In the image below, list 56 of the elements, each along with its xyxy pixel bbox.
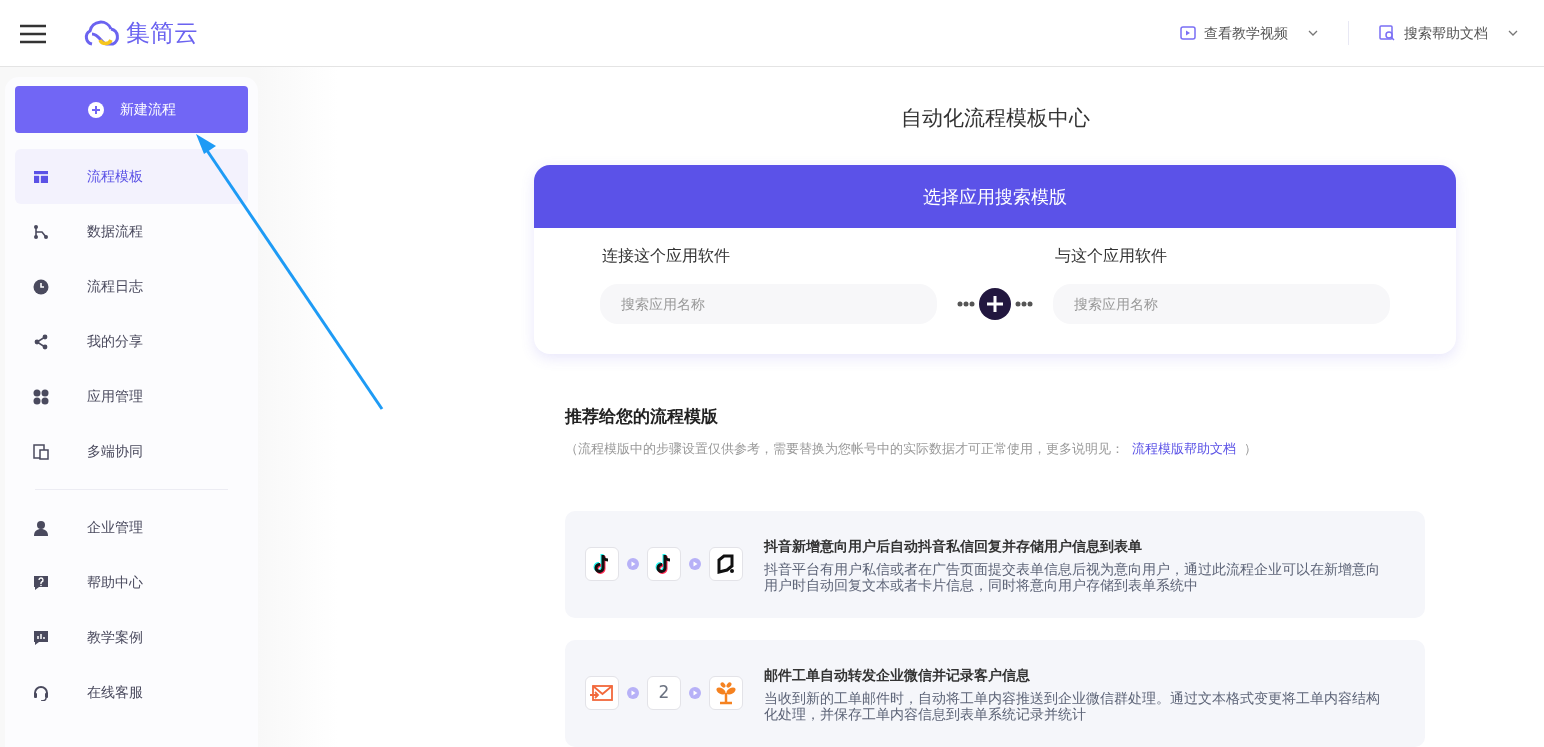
play-circle-icon xyxy=(689,558,701,570)
form-app-icon xyxy=(709,547,743,581)
plant-icon xyxy=(709,676,743,710)
sidebar-item[interactable]: 流程模板 xyxy=(15,149,248,204)
card-header: 选择应用搜索模版 xyxy=(534,164,1456,228)
menu-icon[interactable] xyxy=(20,22,46,44)
logo-text: 集简云 xyxy=(126,18,198,49)
step-count: 2 xyxy=(647,676,681,710)
chart-icon xyxy=(33,629,49,646)
search-field[interactable]: 搜索应用名称 xyxy=(1053,283,1390,324)
template-description: 抖音平台有用户私信或者在广告页面提交表单信息后视为意向用户，通过此流程企业可以在新增意向用户时自动回复文本或者卡片信息，同时将意向用户存储到表单系统中 xyxy=(764,560,1381,593)
template-title: 抖音新增意向用户后自动抖音私信回复并存储用户信息到表单 xyxy=(764,536,1143,556)
email-icon xyxy=(585,676,619,710)
sidebar-item[interactable]: 应用管理 xyxy=(15,369,248,424)
play-circle-icon xyxy=(689,687,701,699)
template-card[interactable]: 2 邮件工单自动转发企业微信并记录客户信息 当收到新的工单邮件时，自动将工单内容推送到企业微信群处理。通过文本格式变更将工单内容结构化处理，并保存工单内容信息到表单系统记录并统计 xyxy=(565,639,1425,747)
help-link[interactable]: 查看教学视频 xyxy=(1174,21,1324,45)
grid-icon xyxy=(33,388,49,405)
sidebar-item[interactable]: 流程日志 xyxy=(15,259,248,314)
document-search-icon xyxy=(1379,25,1396,41)
page-title: 自动化流程模板中心 xyxy=(899,105,1091,132)
sidebar-item[interactable]: 教学案例 xyxy=(15,610,248,665)
help-link[interactable]: 搜索帮助文档 xyxy=(1373,21,1524,45)
person-icon xyxy=(33,519,49,536)
chevron-down-icon xyxy=(1308,30,1318,36)
music-note-icon xyxy=(647,547,681,581)
new-flow-button[interactable]: 新建流程 xyxy=(15,86,248,133)
sidebar-item[interactable]: 在线客服 xyxy=(15,665,248,720)
chevron-down-icon xyxy=(1508,30,1518,36)
help-note: （流程模版中的步骤设置仅供参考，需要替换为您帐号中的实际数据才可正常使用，更多说明见： 流程模版帮助文档 ） xyxy=(565,440,1258,458)
plus-circle-icon xyxy=(87,101,104,118)
headset-icon xyxy=(33,684,49,701)
play-icon xyxy=(1180,26,1196,40)
devices-icon xyxy=(33,443,49,460)
sidebar-item[interactable]: 企业管理 xyxy=(15,500,248,555)
play-circle-icon xyxy=(627,687,639,699)
sidebar-item[interactable]: 我的分享 xyxy=(15,314,248,369)
layout-icon xyxy=(33,168,49,185)
branch-icon xyxy=(33,223,49,240)
sidebar-item[interactable]: 数据流程 xyxy=(15,204,248,259)
search-field[interactable]: 搜索应用名称 xyxy=(600,283,937,324)
template-description: 当收到新的工单邮件时，自动将工单内容推送到企业微信群处理。通过文本格式变更将工单内容结构化处理，并保存工单内容信息到表单系统记录并统计 xyxy=(764,689,1381,722)
connect-plus-icon xyxy=(955,286,1035,321)
template-title: 邮件工单自动转发企业微信并记录客户信息 xyxy=(764,665,1031,685)
sidebar-item[interactable]: 多端协同 xyxy=(15,424,248,479)
share-icon xyxy=(33,333,49,350)
music-note-icon xyxy=(585,547,619,581)
field-label: 连接这个应用软件 xyxy=(601,244,731,267)
help-icon xyxy=(33,574,49,591)
sidebar-item[interactable]: 帮助中心 xyxy=(15,555,248,610)
template-card[interactable]: 抖音新增意向用户后自动抖音私信回复并存储用户信息到表单 抖音平台有用户私信或者在广告页面提交表单信息后视为意向用户，通过此流程企业可以在新增意向用户时自动回复文本或者卡片信息，同时将意向用户存储到表单系统中 xyxy=(565,510,1425,618)
help-doc-link[interactable]: 流程模版帮助文档 xyxy=(1132,441,1236,456)
section-title: 推荐给您的流程模版 xyxy=(565,404,719,428)
clock-icon xyxy=(33,278,49,295)
play-circle-icon xyxy=(627,558,639,570)
field-label: 与这个应用软件 xyxy=(1054,244,1168,267)
